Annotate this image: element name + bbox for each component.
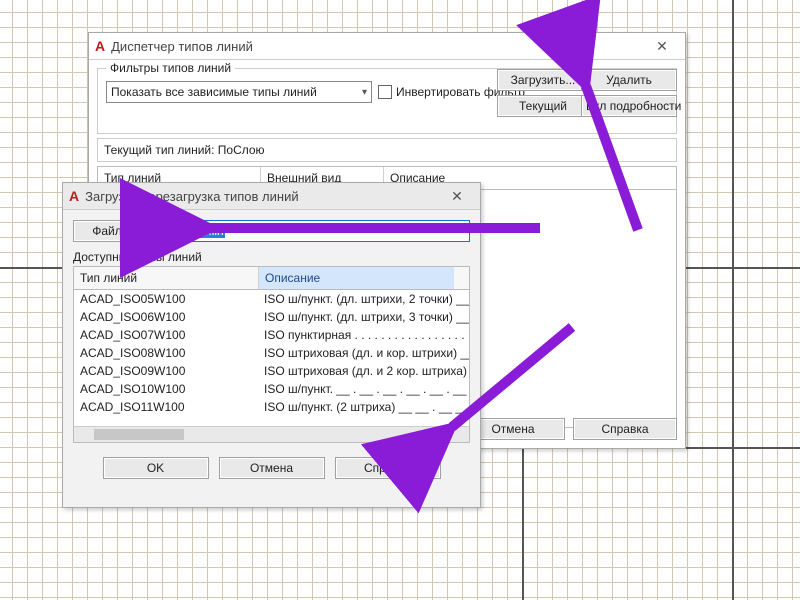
titlebar[interactable]: A Диспетчер типов линий ✕ — [89, 33, 685, 60]
scroll-thumb[interactable] — [94, 429, 184, 440]
current-button[interactable]: Текущий — [497, 95, 589, 117]
app-logo-icon: A — [69, 188, 79, 204]
checkbox-icon — [378, 85, 392, 99]
cell-description: ISO ш/пункт. __ . __ . __ . __ . __ . __… — [258, 380, 469, 398]
available-label: Доступные типы линий — [73, 250, 470, 264]
file-input-value: acadiso.lin — [166, 224, 225, 238]
filter-dropdown-value: Показать все зависимые типы линий — [111, 85, 317, 99]
cell-description: ISO пунктирная . . . . . . . . . . . . .… — [258, 326, 469, 344]
cell-linetype: ACAD_ISO08W100 — [74, 344, 258, 362]
cell-linetype: ACAD_ISO09W100 — [74, 362, 258, 380]
load-cancel-button[interactable]: Отмена — [219, 457, 325, 479]
table-row[interactable]: ACAD_ISO10W100ISO ш/пункт. __ . __ . __ … — [74, 380, 469, 398]
scrollbar-horizontal[interactable] — [74, 426, 469, 442]
table-row[interactable]: ACAD_ISO07W100ISO пунктирная . . . . . .… — [74, 326, 469, 344]
titlebar[interactable]: A Загрузка/перезагрузка типов линий ✕ — [63, 183, 480, 210]
file-button[interactable]: Файл... — [73, 220, 151, 242]
table-row[interactable]: ACAD_ISO06W100ISO ш/пункт. (дл. штрихи, … — [74, 308, 469, 326]
delete-button[interactable]: Удалить — [581, 69, 677, 91]
cell-description: ISO штриховая (дл. и кор. штрихи) ____ — [258, 344, 469, 362]
close-icon[interactable]: ✕ — [440, 183, 474, 209]
cell-linetype: ACAD_ISO07W100 — [74, 326, 258, 344]
axis-vertical-2 — [522, 447, 524, 600]
table-row[interactable]: ACAD_ISO08W100ISO штриховая (дл. и кор. … — [74, 344, 469, 362]
load-linetypes-window: A Загрузка/перезагрузка типов линий ✕ Фа… — [62, 182, 481, 508]
filters-legend: Фильтры типов линий — [106, 61, 235, 75]
axis-vertical — [732, 0, 734, 600]
app-logo-icon: A — [95, 38, 105, 54]
chevron-down-icon: ▾ — [362, 87, 367, 98]
mgr-help-button[interactable]: Справка — [573, 418, 677, 440]
load-button[interactable]: Загрузить... — [497, 69, 589, 91]
cell-description: ISO штриховая (дл. и 2 кор. штриха) __ — [258, 362, 469, 380]
window-title: Загрузка/перезагрузка типов линий — [85, 189, 298, 204]
close-icon[interactable]: ✕ — [645, 33, 679, 59]
cell-description: ISO ш/пункт. (2 штриха) __ __ . __ __ . — [258, 398, 469, 416]
cell-linetype: ACAD_ISO11W100 — [74, 398, 258, 416]
col-description[interactable]: Описание — [259, 267, 454, 289]
cell-description: ISO ш/пункт. (дл. штрихи, 2 точки) ___ .… — [258, 290, 469, 308]
table-row[interactable]: ACAD_ISO09W100ISO штриховая (дл. и 2 кор… — [74, 362, 469, 380]
show-details-button[interactable]: Вкл подробности — [581, 95, 677, 117]
cell-linetype: ACAD_ISO05W100 — [74, 290, 258, 308]
cell-description: ISO ш/пункт. (дл. штрихи, 3 точки) ___ .… — [258, 308, 469, 326]
filter-dropdown[interactable]: Показать все зависимые типы линий ▾ — [106, 81, 372, 103]
cell-linetype: ACAD_ISO10W100 — [74, 380, 258, 398]
table-row[interactable]: ACAD_ISO11W100ISO ш/пункт. (2 штриха) __… — [74, 398, 469, 416]
col-linetype[interactable]: Тип линий — [74, 267, 259, 289]
cell-linetype: ACAD_ISO06W100 — [74, 308, 258, 326]
file-input[interactable]: acadiso.lin — [161, 220, 470, 242]
available-table[interactable]: Тип линий Описание ACAD_ISO05W100ISO ш/п… — [73, 266, 470, 443]
current-linetype-label: Текущий тип линий: ПоСлою — [97, 138, 677, 162]
load-help-button[interactable]: Справка — [335, 457, 441, 479]
load-ok-button[interactable]: OK — [103, 457, 209, 479]
table-row[interactable]: ACAD_ISO05W100ISO ш/пункт. (дл. штрихи, … — [74, 290, 469, 308]
window-title: Диспетчер типов линий — [111, 39, 253, 54]
